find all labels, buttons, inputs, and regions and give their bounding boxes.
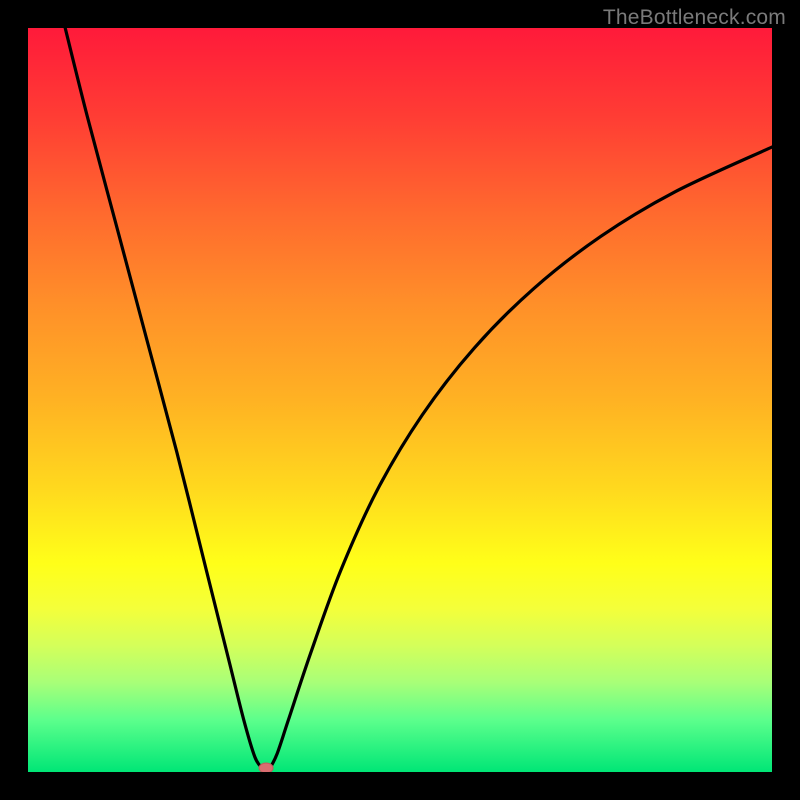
minimum-marker: [259, 763, 273, 772]
watermark-text: TheBottleneck.com: [603, 6, 786, 30]
bottleneck-curve: [65, 28, 772, 772]
plot-area: [28, 28, 772, 772]
chart-frame: TheBottleneck.com: [0, 0, 800, 800]
curve-layer: [28, 28, 772, 772]
